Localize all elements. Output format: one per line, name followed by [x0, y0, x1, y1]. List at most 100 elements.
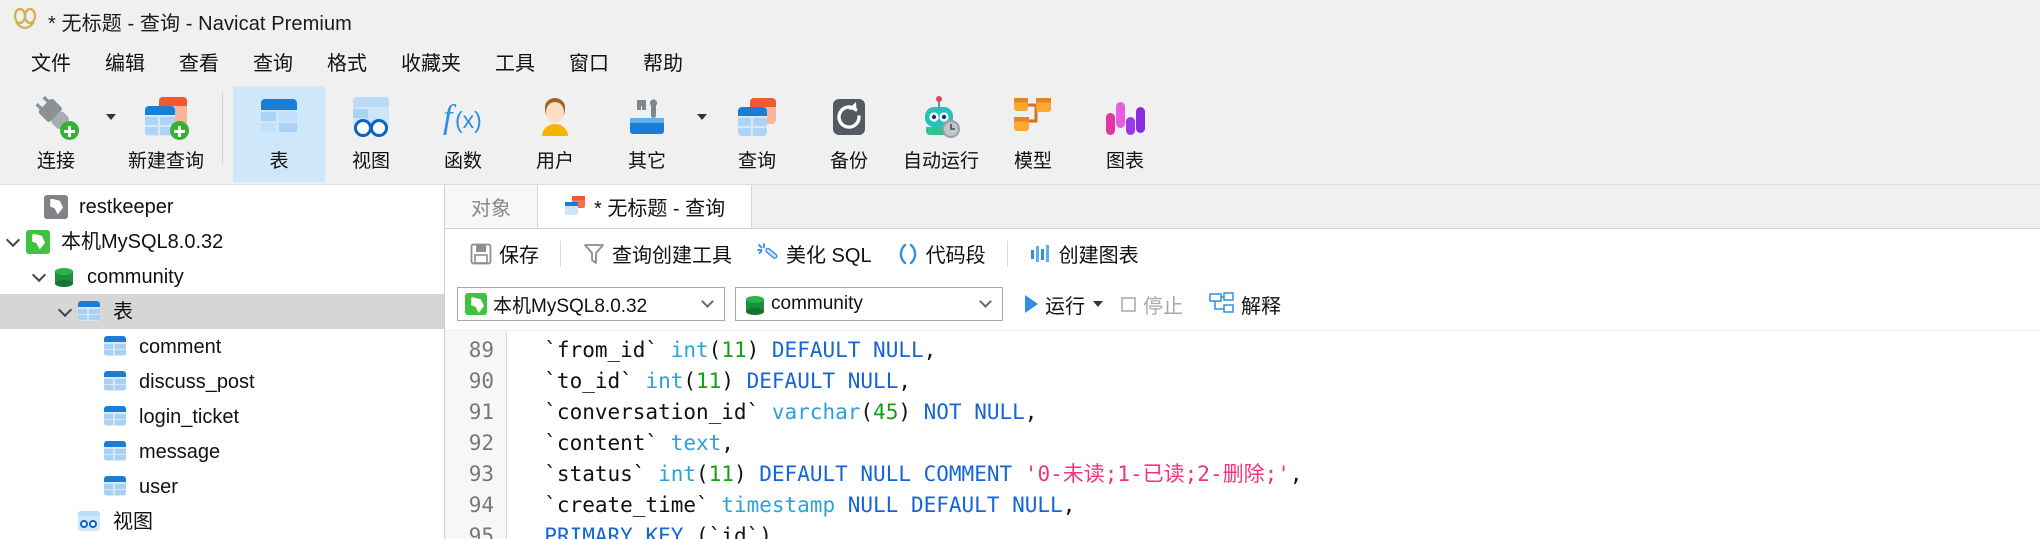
object-tree-sidebar[interactable]: restkeeper 本机MySQL8.0.32 community 表 com…: [0, 185, 445, 539]
menu-tools[interactable]: 工具: [478, 45, 552, 78]
query-builder-button[interactable]: 查询创建工具: [570, 235, 744, 272]
code-token: 11: [696, 369, 722, 393]
chevron-down-icon[interactable]: [1093, 301, 1103, 307]
query-toolbar: 保存 查询创建工具 美化 SQL 代码段 创建图表: [445, 229, 2040, 278]
code-line[interactable]: PRIMARY KEY (`id`),: [519, 521, 2040, 539]
sidebar-item-tables-folder[interactable]: 表: [0, 294, 444, 329]
code-token: DEFAULT NULL: [746, 369, 899, 393]
expander-toggle[interactable]: [52, 302, 78, 317]
line-number: 89: [468, 338, 494, 362]
tab-objects[interactable]: 对象: [445, 185, 538, 228]
code-line[interactable]: `create_time` timestamp NULL DEFAULT NUL…: [519, 490, 2040, 521]
code-line[interactable]: `to_id` int(11) DEFAULT NULL,: [519, 366, 2040, 397]
toolbar-button-query[interactable]: 查询: [711, 86, 803, 182]
create-chart-label: 创建图表: [1058, 245, 1139, 267]
toolbar-divider: [1006, 240, 1008, 267]
sidebar-item-community[interactable]: community: [0, 259, 444, 294]
code-token: ,: [1024, 400, 1038, 424]
sidebar-label: 视图: [113, 510, 153, 533]
function-fx-icon: f (x): [440, 94, 486, 140]
code-line[interactable]: `status` int(11) DEFAULT NULL COMMENT '0…: [519, 459, 2040, 490]
code-token: ,: [1062, 493, 1076, 517]
toolbar-button-connection[interactable]: 连接: [10, 86, 102, 182]
menu-edit[interactable]: 编辑: [88, 45, 162, 78]
sidebar-item-local-mysql[interactable]: 本机MySQL8.0.32: [0, 224, 444, 259]
menu-favorites[interactable]: 收藏夹: [384, 45, 478, 78]
chevron-down-icon: [701, 295, 714, 308]
toolbar-button-table[interactable]: 表: [233, 86, 325, 182]
code-token: '0-未读;1-已读;2-删除;': [1024, 462, 1290, 486]
code-line[interactable]: `content` text,: [519, 428, 2040, 459]
tab-untitled-query[interactable]: * 无标题 - 查询: [538, 185, 753, 228]
database-icon: [52, 265, 78, 289]
create-chart-button[interactable]: 创建图表: [1017, 235, 1151, 272]
query-pane: 对象 * 无标题 - 查询 保存 查询创建工具 美化 SQL 代码段 创建图表 …: [445, 185, 2040, 539]
sidebar-label: 本机MySQL8.0.32: [61, 230, 224, 253]
code-line[interactable]: `from_id` int(11) DEFAULT NULL,: [519, 335, 2040, 366]
mysql-connection-green-icon: [465, 293, 487, 315]
code-snippet-button[interactable]: 代码段: [884, 235, 998, 272]
code-token: ): [721, 369, 747, 393]
sql-editor[interactable]: 8990919293949596 `from_id` int(11) DEFAU…: [445, 330, 2040, 539]
toolbar-label-query: 查询: [737, 151, 776, 172]
sidebar-item-table-comment[interactable]: comment: [0, 329, 444, 364]
toolbar-button-backup[interactable]: 备份: [803, 86, 895, 182]
menu-window[interactable]: 窗口: [552, 45, 626, 78]
sidebar-item-table-user[interactable]: user: [0, 469, 444, 504]
toolbar-label-new-query: 新建查询: [127, 151, 204, 172]
line-number: 94: [468, 493, 494, 517]
run-label: 运行: [1045, 295, 1085, 318]
save-label: 保存: [499, 245, 539, 267]
beautify-sql-button[interactable]: 美化 SQL: [744, 235, 884, 272]
menu-format[interactable]: 格式: [310, 45, 384, 78]
toolbar-button-model[interactable]: 模型: [987, 86, 1079, 182]
toolbar-button-function[interactable]: f (x) 函数: [417, 86, 509, 182]
toolbar-label-connection: 连接: [36, 151, 75, 172]
code-token: ,: [923, 338, 937, 362]
code-token: varchar: [771, 400, 861, 424]
connection-plug-add-icon: [33, 94, 79, 140]
sidebar-label: comment: [139, 335, 222, 358]
menu-view[interactable]: 查看: [162, 45, 236, 78]
explain-button[interactable]: 解释: [1203, 290, 1287, 319]
toolbar-button-other[interactable]: 其它: [601, 86, 693, 182]
sidebar-item-table-login-ticket[interactable]: login_ticket: [0, 399, 444, 434]
menu-file[interactable]: 文件: [14, 45, 88, 78]
sidebar-item-views-folder[interactable]: 视图: [0, 504, 444, 539]
code-token: ,: [898, 369, 911, 393]
toolbar-label-function: 函数: [443, 151, 482, 172]
code-token: NOT NULL: [923, 400, 1025, 424]
table-item-icon: [104, 440, 130, 464]
main-body: restkeeper 本机MySQL8.0.32 community 表 com…: [0, 185, 2040, 539]
table-item-icon: [104, 475, 130, 499]
table-item-icon: [104, 405, 130, 429]
window-title: * 无标题 - 查询 - Navicat Premium: [48, 12, 352, 35]
backup-restore-icon: [826, 94, 872, 140]
code-line[interactable]: `conversation_id` varchar(45) NOT NULL,: [519, 397, 2040, 428]
save-button[interactable]: 保存: [457, 235, 551, 272]
code-token: (: [860, 400, 874, 424]
connection-select[interactable]: 本机MySQL8.0.32: [457, 287, 725, 321]
toolbar-button-new-query[interactable]: 新建查询: [120, 86, 212, 182]
toolbar-caret-other[interactable]: [693, 86, 711, 182]
sidebar-item-table-message[interactable]: message: [0, 434, 444, 469]
beautify-sql-label: 美化 SQL: [786, 245, 872, 267]
run-button[interactable]: 运行: [1019, 290, 1109, 319]
menu-help[interactable]: 帮助: [626, 45, 700, 78]
toolbar-button-view[interactable]: 视图: [325, 86, 417, 182]
toolbar-button-user[interactable]: 用户: [509, 86, 601, 182]
toolbar-caret-connection[interactable]: [102, 86, 120, 182]
table-item-icon: [104, 335, 130, 359]
tab-label: * 无标题 - 查询: [594, 197, 726, 220]
toolbar-button-automation[interactable]: 自动运行: [895, 86, 987, 182]
database-select[interactable]: community: [735, 287, 1003, 321]
code-token: 11: [708, 462, 734, 486]
sidebar-item-table-discuss-post[interactable]: discuss_post: [0, 364, 444, 399]
expander-toggle[interactable]: [26, 267, 52, 282]
toolbar-button-chart[interactable]: 图表: [1079, 86, 1171, 182]
sql-code-area[interactable]: `from_id` int(11) DEFAULT NULL, `to_id` …: [507, 331, 2040, 539]
sidebar-item-restkeeper[interactable]: restkeeper: [0, 189, 444, 224]
menu-bar: 文件 编辑 查看 查询 格式 收藏夹 工具 窗口 帮助: [0, 42, 2040, 80]
menu-query[interactable]: 查询: [236, 45, 310, 78]
expander-toggle[interactable]: [0, 232, 26, 247]
